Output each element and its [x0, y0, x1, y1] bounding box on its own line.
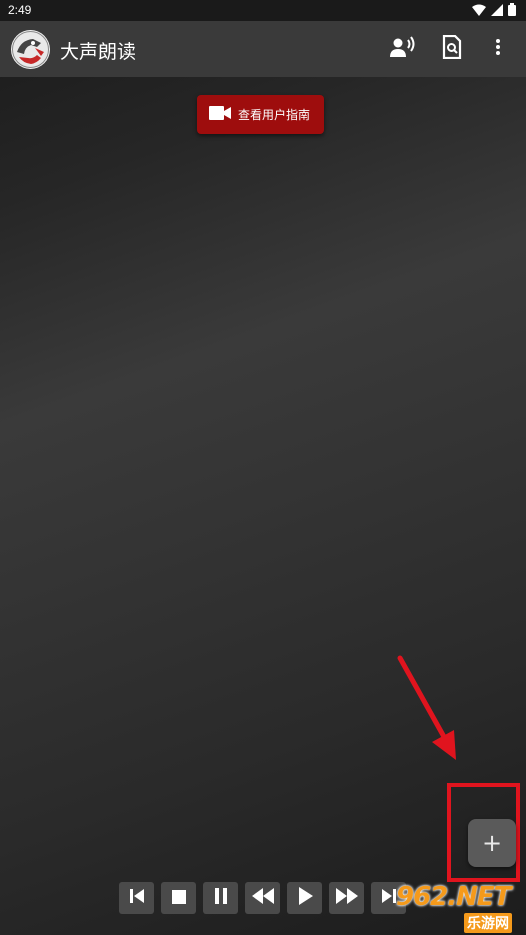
document-search-icon — [442, 34, 462, 63]
voice-icon — [390, 36, 416, 62]
watermark-subtext: 乐游网 — [464, 913, 512, 933]
document-search-button[interactable] — [438, 34, 466, 63]
user-guide-button[interactable]: 查看用户指南 — [197, 95, 324, 134]
signal-icon — [491, 1, 503, 20]
user-guide-label: 查看用户指南 — [238, 108, 311, 122]
more-options-button[interactable] — [484, 35, 512, 63]
screen: 2:49 大声朗读 查看用户指南 + 962.NET 乐游网 — [0, 0, 526, 935]
app-title: 大声朗读 — [60, 41, 137, 63]
play-button[interactable] — [287, 882, 322, 914]
pause-button[interactable] — [203, 882, 238, 914]
rewind-button[interactable] — [245, 882, 280, 914]
battery-icon — [508, 1, 516, 20]
app-bar: 大声朗读 — [0, 21, 526, 77]
add-button[interactable]: + — [468, 819, 516, 867]
app-logo-icon — [11, 30, 50, 69]
status-icons — [472, 1, 516, 20]
status-bar: 2:49 — [0, 0, 526, 21]
skip-previous-icon — [128, 887, 146, 909]
stop-button[interactable] — [161, 882, 196, 914]
video-camera-icon — [209, 105, 231, 124]
pause-icon — [214, 888, 228, 908]
play-icon — [297, 887, 313, 909]
fast-forward-button[interactable] — [329, 882, 364, 914]
media-controls — [119, 882, 406, 914]
stop-icon — [171, 889, 186, 908]
status-time: 2:49 — [8, 3, 32, 17]
watermark-text: 962.NET — [396, 882, 511, 912]
voice-button[interactable] — [389, 35, 417, 63]
wifi-icon — [472, 1, 486, 20]
more-vert-icon — [495, 38, 501, 60]
skip-previous-button[interactable] — [119, 882, 154, 914]
watermark-logo: 962.NET 乐游网 — [386, 880, 526, 935]
rewind-icon — [251, 888, 275, 908]
annotation-arrow-icon — [397, 655, 456, 760]
fast-forward-icon — [335, 888, 359, 908]
